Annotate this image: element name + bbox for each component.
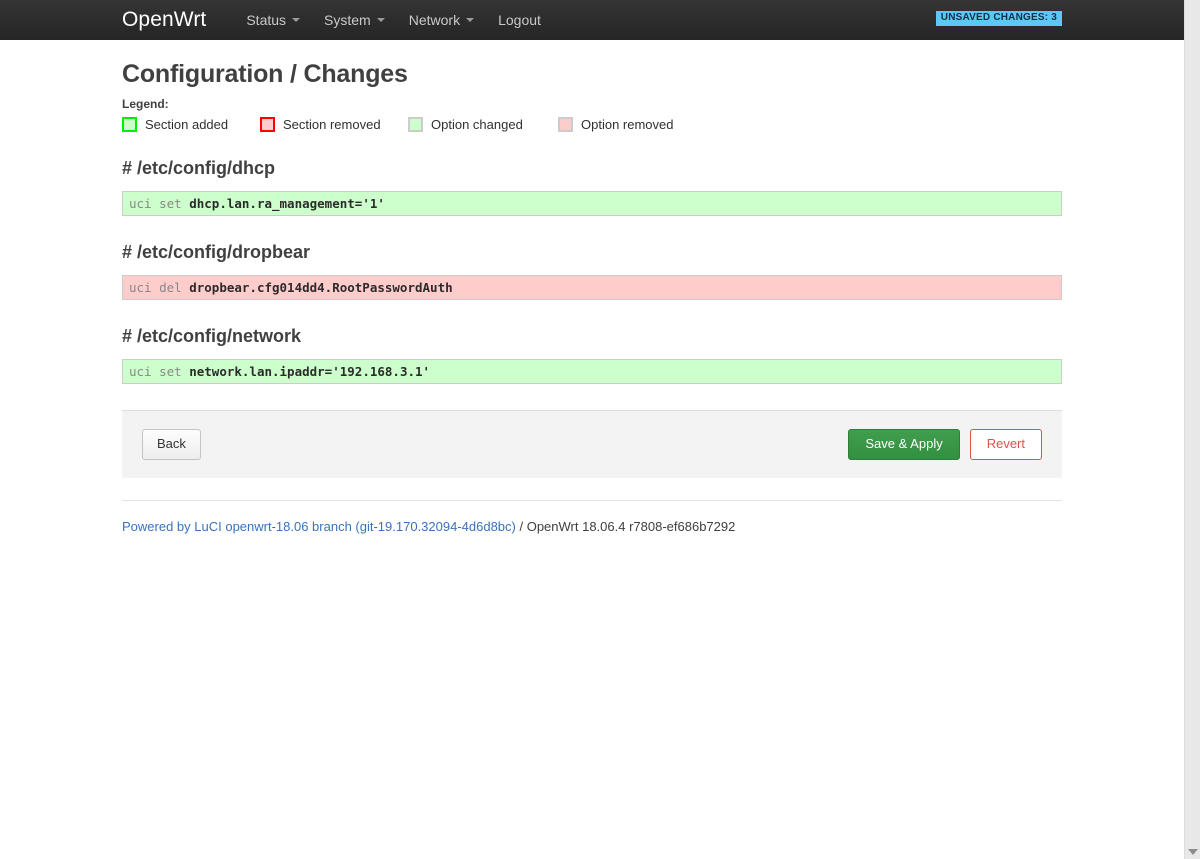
legend-swatch-icon	[260, 117, 275, 132]
main-content: Configuration / Changes Legend: Section …	[0, 60, 1200, 534]
main-menu: Status System Network Logout	[234, 0, 553, 40]
legend-entry-changed: Option changed	[408, 117, 558, 132]
action-bar: Back Save & Apply Revert	[122, 410, 1062, 478]
config-row-group: uci set dhcp.lan.ra_management='1'	[122, 191, 1062, 216]
unsaved-changes-badge[interactable]: UNSAVED CHANGES: 3	[935, 11, 1062, 26]
luci-credits-link[interactable]: Powered by LuCI openwrt-18.06 branch (gi…	[122, 519, 516, 534]
back-button[interactable]: Back	[142, 429, 201, 460]
config-change-row: uci del dropbear.cfg014dd4.RootPasswordA…	[123, 276, 1061, 299]
config-file-title: # /etc/config/dhcp	[122, 158, 276, 178]
legend-label: Option changed	[431, 117, 523, 132]
legend: Section added Section removed Option chang…	[122, 117, 1078, 132]
legend-swatch-icon	[122, 117, 137, 132]
legend-title: Legend:	[122, 97, 169, 111]
brand-logo[interactable]: OpenWrt	[122, 8, 206, 32]
scroll-down-arrow-icon[interactable]	[1188, 849, 1198, 855]
uci-target: network.lan.ipaddr=	[189, 364, 333, 379]
config-section: # /etc/config/dhcp uci set dhcp.lan.ra_ma…	[122, 158, 1078, 216]
page-scrollbar[interactable]	[1184, 0, 1200, 859]
config-changes-list: # /etc/config/dhcp uci set dhcp.lan.ra_ma…	[122, 158, 1078, 384]
uci-value: '1'	[362, 196, 385, 211]
uci-command: uci del	[129, 280, 190, 295]
chevron-down-icon	[376, 18, 385, 22]
menu-item-label: Logout	[498, 12, 541, 28]
legend-entry-added: Section added	[122, 117, 260, 132]
menu-item-label: System	[324, 12, 371, 28]
legend-label: Option removed	[581, 117, 674, 132]
legend-entry-optremoved: Option removed	[558, 117, 674, 132]
config-file-title: # /etc/config/network	[122, 326, 302, 346]
config-file-title: # /etc/config/dropbear	[122, 242, 311, 262]
firmware-version-text: / OpenWrt 18.06.4 r7808-ef686b7292	[515, 519, 736, 534]
config-row-group: uci set network.lan.ipaddr='192.168.3.1'	[122, 359, 1062, 384]
uci-command: uci set	[129, 364, 190, 379]
menu-item-system[interactable]: System	[312, 0, 397, 40]
uci-command: uci set	[129, 196, 190, 211]
revert-button[interactable]: Revert	[969, 429, 1042, 460]
menu-item-network[interactable]: Network	[397, 0, 486, 40]
legend-swatch-icon	[408, 117, 423, 132]
page-title: Configuration / Changes	[122, 60, 408, 88]
chevron-down-icon	[292, 18, 301, 22]
config-section: # /etc/config/dropbear uci del dropbear.c…	[122, 242, 1078, 300]
footer: Powered by LuCI openwrt-18.06 branch (gi…	[122, 500, 1062, 534]
config-section: # /etc/config/network uci set network.lan…	[122, 326, 1078, 384]
top-navbar: OpenWrt Status System Network Logout UNSAVE…	[0, 0, 1200, 40]
legend-entry-removed: Section removed	[260, 117, 408, 132]
menu-item-status[interactable]: Status	[234, 0, 312, 40]
uci-target: dhcp.lan.ra_management=	[189, 196, 363, 211]
legend-label: Section added	[145, 117, 229, 132]
uci-value: '192.168.3.1'	[332, 364, 431, 379]
legend-label: Section removed	[283, 117, 381, 132]
save-apply-button[interactable]: Save & Apply	[848, 429, 960, 460]
config-change-row: uci set dhcp.lan.ra_management='1'	[123, 192, 1061, 215]
chevron-down-icon	[466, 18, 475, 22]
uci-target: dropbear.cfg014dd4.RootPasswordAuth	[189, 280, 453, 295]
legend-swatch-icon	[558, 117, 573, 132]
config-row-group: uci del dropbear.cfg014dd4.RootPasswordA…	[122, 275, 1062, 300]
config-change-row: uci set network.lan.ipaddr='192.168.3.1'	[123, 360, 1061, 383]
menu-item-label: Network	[408, 12, 461, 28]
menu-item-logout[interactable]: Logout	[486, 0, 553, 40]
menu-item-label: Status	[246, 12, 287, 28]
